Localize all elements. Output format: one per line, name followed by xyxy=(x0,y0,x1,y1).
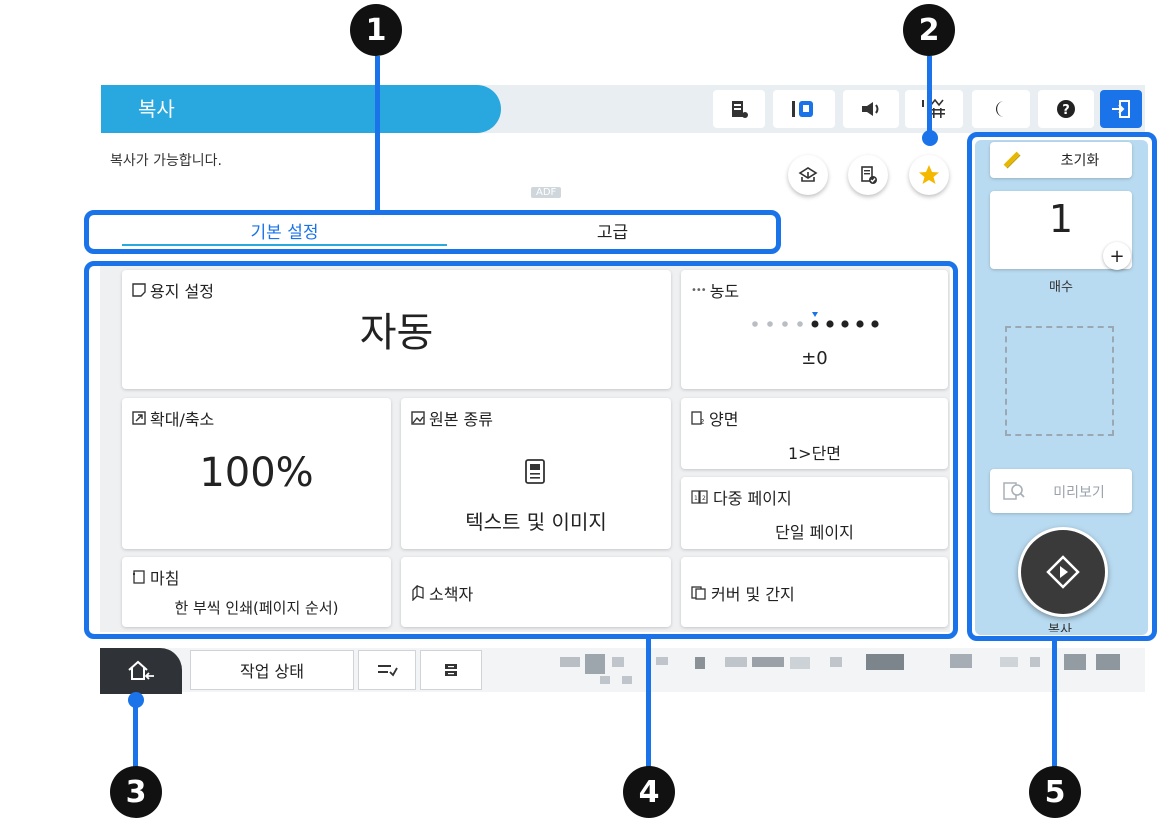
favorite-star-icon[interactable] xyxy=(909,155,949,195)
printer-status-icon[interactable] xyxy=(420,650,482,690)
job-list-icon[interactable] xyxy=(358,650,416,690)
callout-1-highlight xyxy=(84,210,781,254)
callout-2-line xyxy=(927,56,932,136)
job-status-button[interactable]: 작업 상태 xyxy=(190,650,354,690)
callout-3-dot xyxy=(128,692,144,708)
adf-badge: ADF xyxy=(531,187,562,198)
callout-4-line xyxy=(646,638,651,768)
svg-text:?: ? xyxy=(1062,103,1070,118)
volume-icon[interactable] xyxy=(843,90,899,128)
home-button[interactable] xyxy=(100,648,182,694)
callout-5-highlight xyxy=(967,132,1157,641)
callout-4-highlight xyxy=(84,261,958,639)
callout-1: 1 xyxy=(350,4,402,56)
document-check-icon[interactable] xyxy=(848,155,888,195)
status-message: 복사가 가능합니다. xyxy=(110,153,222,169)
callout-2-dot xyxy=(922,130,938,146)
callout-2: 2 xyxy=(903,4,955,56)
callout-3-line xyxy=(133,700,138,768)
ink-status-icon[interactable] xyxy=(713,90,765,128)
callout-5-line xyxy=(1052,641,1057,768)
sleep-icon[interactable] xyxy=(972,90,1030,128)
callout-3: 3 xyxy=(110,766,162,818)
maintenance-box-icon[interactable] xyxy=(773,90,835,128)
home-icon xyxy=(128,660,154,680)
callout-1-line xyxy=(375,56,380,211)
page-title: 복사 xyxy=(138,97,175,121)
scan-preview-icon[interactable] xyxy=(788,155,828,195)
logout-icon[interactable] xyxy=(1100,90,1142,128)
fax-icon[interactable] xyxy=(905,90,963,128)
help-icon[interactable]: ? xyxy=(1038,90,1094,128)
callout-4: 4 xyxy=(623,766,675,818)
callout-5: 5 xyxy=(1029,766,1081,818)
